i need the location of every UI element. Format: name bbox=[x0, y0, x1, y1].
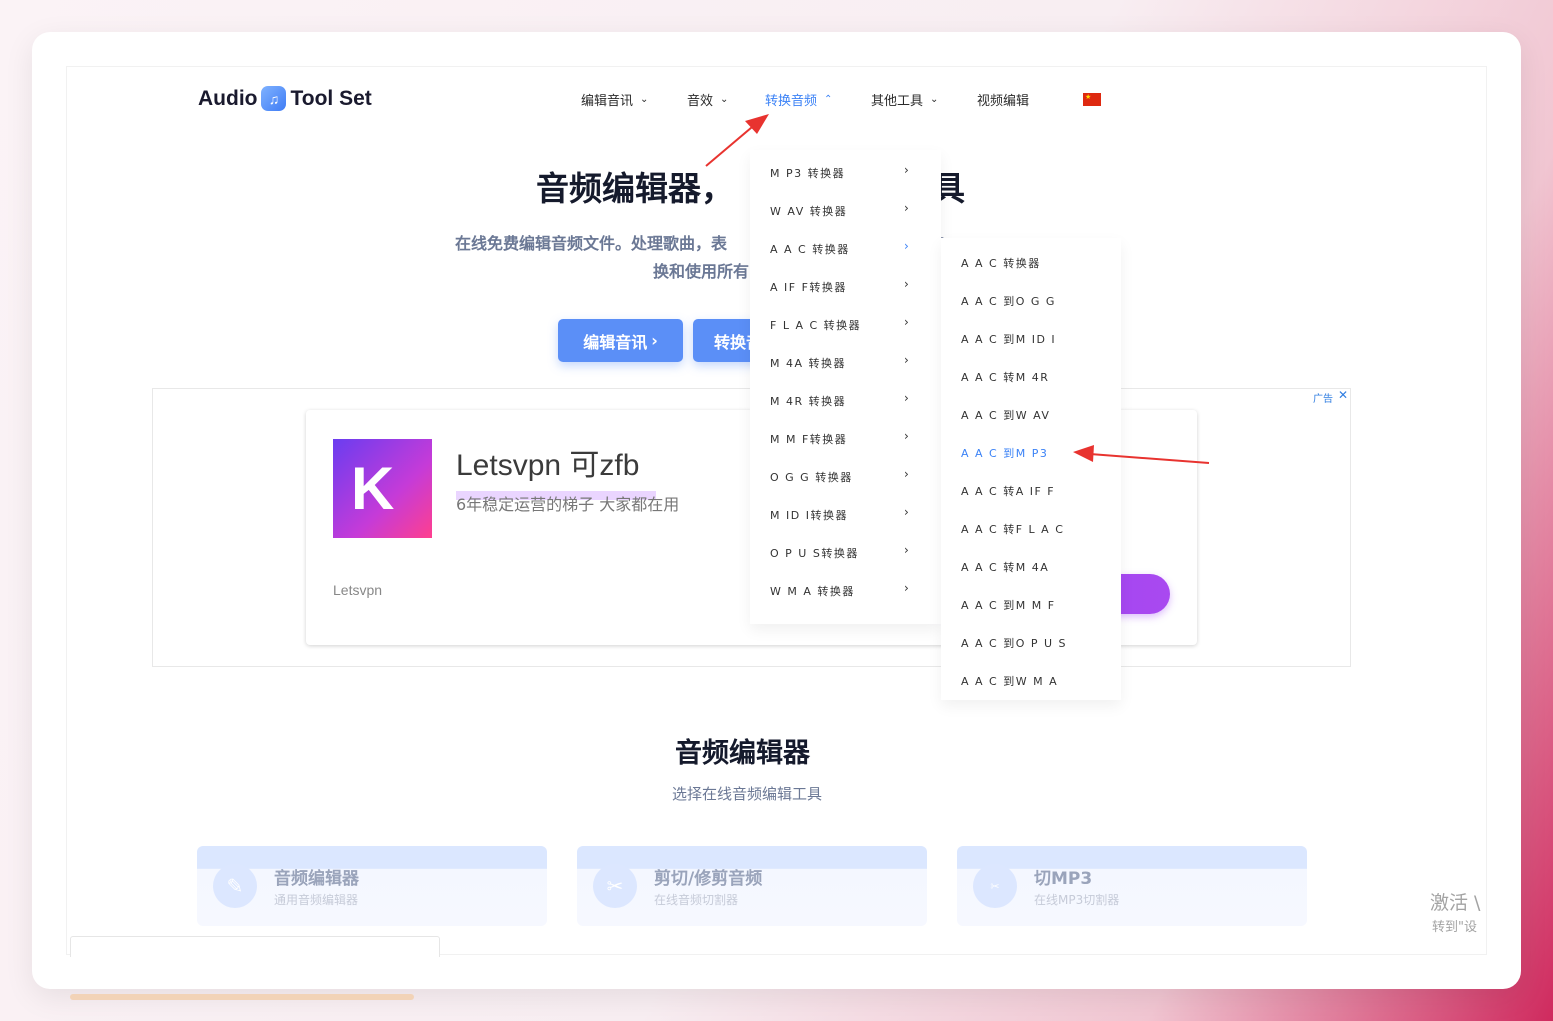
annotation-arrows bbox=[705, 114, 1210, 464]
arrow-to-convert-audio bbox=[705, 114, 769, 167]
arrow-to-aac-mp3 bbox=[1073, 445, 1210, 464]
